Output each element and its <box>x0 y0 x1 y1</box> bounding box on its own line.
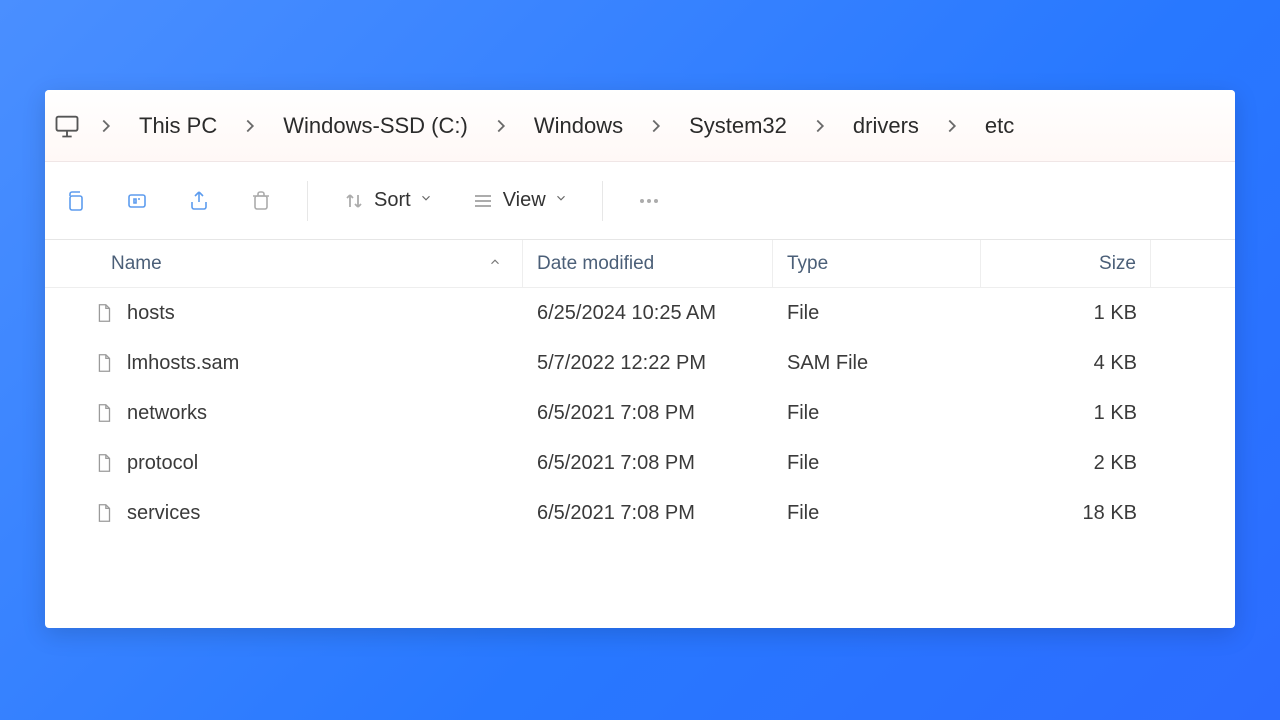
file-size: 4 KB <box>981 352 1151 375</box>
file-row[interactable]: hosts 6/25/2024 10:25 AMFile1 KB <box>45 288 1235 338</box>
column-header-date[interactable]: Date modified <box>523 240 773 287</box>
file-type: File <box>773 402 981 425</box>
chevron-right-icon <box>941 115 963 137</box>
column-header-spacer <box>1151 240 1235 287</box>
breadcrumb-etc[interactable]: etc <box>977 109 1022 143</box>
file-row[interactable]: services 6/5/2021 7:08 PMFile18 KB <box>45 488 1235 538</box>
this-pc-icon <box>53 112 81 140</box>
copy-button[interactable] <box>53 183 97 219</box>
chevron-down-icon <box>419 191 433 210</box>
column-header-size[interactable]: Size <box>981 240 1151 287</box>
chevron-right-icon <box>490 115 512 137</box>
chevron-up-icon <box>488 253 502 275</box>
column-headers: Name Date modified Type Size <box>45 240 1235 288</box>
more-button[interactable] <box>627 183 671 219</box>
file-row[interactable]: networks 6/5/2021 7:08 PMFile1 KB <box>45 388 1235 438</box>
file-date: 6/5/2021 7:08 PM <box>523 452 773 475</box>
file-row[interactable]: lmhosts.sam 5/7/2022 12:22 PMSAM File4 KB <box>45 338 1235 388</box>
file-date: 6/25/2024 10:25 AM <box>523 302 773 325</box>
file-name: networks <box>127 402 207 425</box>
list-view-icon <box>471 189 495 213</box>
file-type: File <box>773 452 981 475</box>
file-name: protocol <box>127 452 198 475</box>
file-icon <box>93 302 115 324</box>
breadcrumb-drivers[interactable]: drivers <box>845 109 927 143</box>
file-row[interactable]: protocol 6/5/2021 7:08 PMFile2 KB <box>45 438 1235 488</box>
column-header-label: Type <box>787 253 828 275</box>
chevron-down-icon <box>554 191 568 210</box>
file-size: 18 KB <box>981 502 1151 525</box>
toolbar-separator <box>602 181 603 221</box>
file-size: 1 KB <box>981 402 1151 425</box>
file-date: 6/5/2021 7:08 PM <box>523 502 773 525</box>
file-type: File <box>773 302 981 325</box>
share-icon <box>187 189 211 213</box>
chevron-right-icon <box>95 115 117 137</box>
file-icon <box>93 452 115 474</box>
file-name: hosts <box>127 302 175 325</box>
file-name: services <box>127 502 200 525</box>
rename-button[interactable] <box>115 183 159 219</box>
chevron-right-icon <box>645 115 667 137</box>
chevron-right-icon <box>809 115 831 137</box>
address-bar[interactable]: This PC Windows-SSD (C:) Windows System3… <box>45 90 1235 162</box>
trash-icon <box>249 189 273 213</box>
toolbar: Sort View <box>45 162 1235 240</box>
chevron-right-icon <box>239 115 261 137</box>
file-date: 5/7/2022 12:22 PM <box>523 352 773 375</box>
file-date: 6/5/2021 7:08 PM <box>523 402 773 425</box>
column-header-label: Name <box>111 253 162 275</box>
file-icon <box>93 402 115 424</box>
toolbar-separator <box>307 181 308 221</box>
file-icon <box>93 502 115 524</box>
file-size: 1 KB <box>981 302 1151 325</box>
rename-icon <box>125 189 149 213</box>
breadcrumb-this-pc[interactable]: This PC <box>131 109 225 143</box>
sort-icon <box>342 189 366 213</box>
breadcrumb-drive-c[interactable]: Windows-SSD (C:) <box>275 109 476 143</box>
file-list: hosts6/25/2024 10:25 AMFile1 KBlmhosts.s… <box>45 288 1235 628</box>
delete-button[interactable] <box>239 183 283 219</box>
view-label: View <box>503 189 546 212</box>
view-button[interactable]: View <box>461 183 578 219</box>
file-icon <box>93 352 115 374</box>
column-header-label: Date modified <box>537 253 654 275</box>
sort-label: Sort <box>374 189 411 212</box>
file-size: 2 KB <box>981 452 1151 475</box>
file-type: File <box>773 502 981 525</box>
ellipsis-icon <box>637 189 661 213</box>
file-name: lmhosts.sam <box>127 352 239 375</box>
column-header-type[interactable]: Type <box>773 240 981 287</box>
file-type: SAM File <box>773 352 981 375</box>
column-header-label: Size <box>1099 253 1136 275</box>
column-header-name[interactable]: Name <box>45 240 523 287</box>
copy-icon <box>63 189 87 213</box>
breadcrumb-windows[interactable]: Windows <box>526 109 631 143</box>
sort-button[interactable]: Sort <box>332 183 443 219</box>
share-button[interactable] <box>177 183 221 219</box>
breadcrumb-system32[interactable]: System32 <box>681 109 795 143</box>
explorer-window: This PC Windows-SSD (C:) Windows System3… <box>45 90 1235 628</box>
